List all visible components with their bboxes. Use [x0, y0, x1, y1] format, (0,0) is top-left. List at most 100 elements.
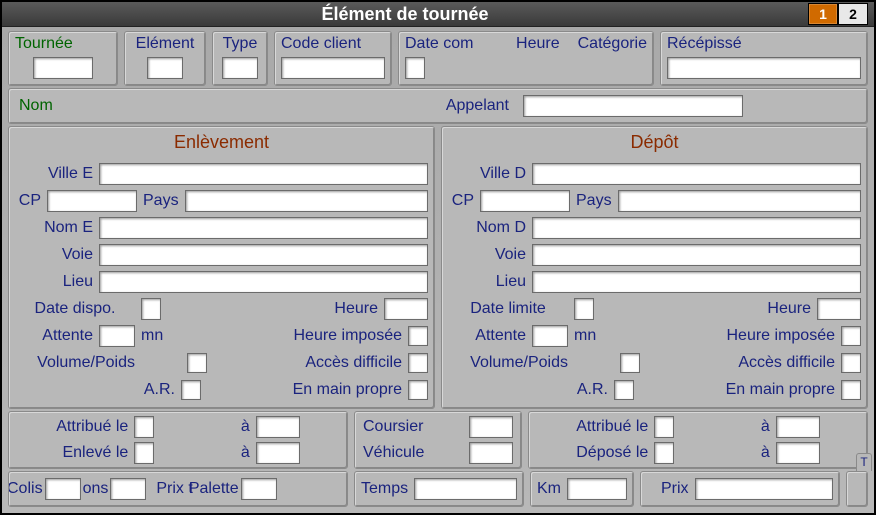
appelant-input[interactable] [523, 95, 743, 117]
attribue-le-input[interactable] [134, 416, 154, 438]
window-title: Élément de tournée [2, 4, 808, 25]
dep-nom-input[interactable] [532, 217, 861, 239]
dep-pays-input[interactable] [618, 190, 861, 212]
dep-ar-label: A.R. [448, 381, 608, 399]
element-label: Elément [136, 35, 195, 53]
dep-heureimp-check[interactable] [841, 326, 861, 346]
enl-heure-label: Heure [334, 300, 378, 318]
dep-mn-label: mn [574, 327, 596, 345]
enl-pays-label: Pays [143, 192, 179, 210]
km-input[interactable] [567, 478, 627, 500]
enl-ar-label: A.R. [15, 381, 175, 399]
dep-datelim-input[interactable] [574, 298, 594, 320]
code-client-label: Code client [281, 35, 361, 53]
dep-pays-label: Pays [576, 192, 612, 210]
poids-tag[interactable]: T [856, 453, 872, 471]
dep-voie-input[interactable] [532, 244, 861, 266]
attribue-a-input[interactable] [256, 416, 300, 438]
dep-volpoids-check[interactable] [620, 353, 640, 373]
attribue2-a-input[interactable] [776, 416, 820, 438]
enl-heure-input[interactable] [384, 298, 428, 320]
dep-acces-label: Accès difficile [738, 354, 835, 372]
dep-ar-check[interactable] [614, 380, 634, 400]
a4-label: à [761, 444, 770, 462]
ons-label: ons [83, 480, 109, 498]
enleve-a-input[interactable] [256, 442, 300, 464]
enl-acces-label: Accès difficile [305, 354, 402, 372]
window: Élément de tournée 1 2 Tournée Elément T… [0, 0, 876, 515]
enl-datedispo-input[interactable] [141, 298, 161, 320]
dep-heure-input[interactable] [817, 298, 861, 320]
enl-ar-check[interactable] [181, 380, 201, 400]
date-com-input[interactable] [405, 57, 425, 79]
enl-lieu-label: Lieu [15, 273, 93, 291]
type-label: Type [223, 35, 258, 53]
dep-voie-label: Voie [448, 246, 526, 264]
recepisse-input[interactable] [667, 57, 861, 79]
enl-volpoids-label: Volume/Poids [15, 354, 135, 372]
depot-title: Dépôt [630, 132, 678, 152]
enl-voie-input[interactable] [99, 244, 428, 266]
titlebar: Élément de tournée 1 2 [2, 2, 874, 27]
coursier-label: Coursier [363, 418, 423, 436]
attribue2-le-input[interactable] [654, 416, 674, 438]
enl-enmain-check[interactable] [408, 380, 428, 400]
coursier-input[interactable] [469, 416, 513, 438]
temps-label: Temps [361, 480, 408, 498]
ons-input[interactable] [110, 478, 146, 500]
dep-heureimp-label: Heure imposée [727, 327, 836, 345]
dep-cp-label: CP [448, 192, 474, 210]
dep-cp-input[interactable] [480, 190, 570, 212]
enl-datedispo-label: Date dispo. [15, 300, 135, 318]
vehicule-input[interactable] [469, 442, 513, 464]
element-input[interactable] [147, 57, 183, 79]
palette-label: Palette [189, 480, 239, 498]
enl-attente-input[interactable] [99, 325, 135, 347]
depose-a-input[interactable] [776, 442, 820, 464]
enl-enmain-label: En main propre [293, 381, 402, 399]
temps-input[interactable] [414, 478, 517, 500]
enleve-le-input[interactable] [134, 442, 154, 464]
enlevement-title: Enlèvement [174, 132, 269, 152]
colis-label: Colis [8, 480, 43, 498]
tournee-input[interactable] [33, 57, 93, 79]
code-client-input[interactable] [281, 57, 385, 79]
dep-enmain-label: En main propre [726, 381, 835, 399]
tab-2[interactable]: 2 [838, 3, 868, 25]
prix-label: Prix [661, 480, 689, 498]
enl-lieu-input[interactable] [99, 271, 428, 293]
dep-lieu-label: Lieu [448, 273, 526, 291]
enl-heureimp-check[interactable] [408, 326, 428, 346]
enl-acces-check[interactable] [408, 353, 428, 373]
heure-label: Heure [516, 35, 560, 53]
enl-nom-label: Nom E [15, 219, 93, 237]
dep-enmain-check[interactable] [841, 380, 861, 400]
enl-volpoids-check[interactable] [187, 353, 207, 373]
appelant-label: Appelant [446, 97, 509, 115]
prix-input[interactable] [695, 478, 833, 500]
enl-nom-input[interactable] [99, 217, 428, 239]
dep-ville-input[interactable] [532, 163, 861, 185]
palette-input[interactable] [241, 478, 277, 500]
dep-attente-input[interactable] [532, 325, 568, 347]
dep-lieu-input[interactable] [532, 271, 861, 293]
enl-ville-input[interactable] [99, 163, 428, 185]
enl-pays-input[interactable] [185, 190, 428, 212]
type-input[interactable] [222, 57, 258, 79]
attribue2-le-label: Attribué le [576, 418, 648, 436]
depose-le-input[interactable] [654, 442, 674, 464]
dep-attente-label: Attente [448, 327, 526, 345]
dep-heure-label: Heure [767, 300, 811, 318]
km-label: Km [537, 480, 561, 498]
enl-voie-label: Voie [15, 246, 93, 264]
dep-acces-check[interactable] [841, 353, 861, 373]
a3-label: à [761, 418, 770, 436]
categorie-label: Catégorie [578, 35, 647, 53]
enleve-le-label: Enlevé le [62, 444, 128, 462]
prixt-label: Prix t [156, 480, 192, 498]
tab-1[interactable]: 1 [808, 3, 838, 25]
dep-volpoids-label: Volume/Poids [448, 354, 568, 372]
enl-cp-input[interactable] [47, 190, 137, 212]
enl-ville-label: Ville E [15, 165, 93, 183]
colis-input[interactable] [45, 478, 81, 500]
